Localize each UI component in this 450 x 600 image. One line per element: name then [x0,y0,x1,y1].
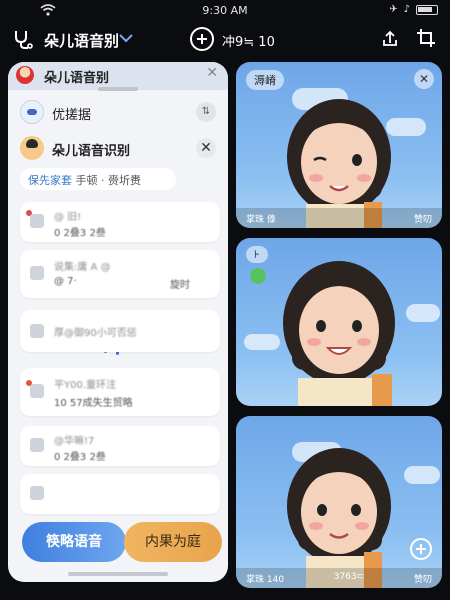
crop-icon[interactable] [416,28,436,48]
close-icon[interactable]: ✕ [206,65,218,81]
add-button[interactable] [190,27,214,51]
cartoon-girl [287,448,391,588]
hint-label: 手顿 · 赍圻赉 [75,174,142,187]
assistant-panel: 朵儿语音别 ✕ 优搓据 ⇅ 朵儿语音识别 ✕ 保先家套 手顿 · 赍圻赉 @ 旧… [8,62,228,582]
voice-button[interactable]: 筷略语音 [22,522,126,562]
assistant-row[interactable]: 优搓据 ⇅ [16,98,222,128]
note-icon [30,214,44,228]
doc-icon [30,266,44,280]
close-icon[interactable]: ✕ [414,69,434,89]
list-item[interactable]: @华嘛!7 0 2叠3 2叁 [20,426,220,466]
stethoscope-icon[interactable] [12,28,34,50]
refresh-icon [30,384,44,398]
item-title: 厚@御90小可否惩 [54,328,137,339]
footer-left: 掌珠 傣 [246,215,276,225]
avatar-card[interactable]: 溽嵴 ✕ 掌珠 傣 赞叨 [236,62,442,228]
avatar [20,136,44,160]
battery-icon [416,4,438,15]
voice-recognition-label: 朵儿语音识别 [52,144,131,159]
avatar [16,66,34,84]
footer-right: 赞叨 [413,215,432,225]
list-item[interactable]: 说集:庸 A @ @ 7· 旋时 [20,250,220,298]
sort-icon[interactable]: ⇅ [196,102,216,122]
chevron-down-icon[interactable] [118,32,134,44]
card-footer: 掌珠 傣 赞叨 [236,208,442,228]
list-item[interactable]: 平Y00.童环注 10 57成失生贸略 [20,368,220,416]
pause-icon [30,486,44,500]
bell-icon: ♪ [403,4,410,15]
card-footer: 掌珠 140 3763⊂ 赞叨 [236,568,442,588]
robot-icon [20,100,44,124]
item-subtitle: 10 57成失生贸略 [54,398,133,409]
item-subtitle: @ 7· [54,276,77,287]
item-subtitle: 0 2叠3 2叁 [54,452,106,463]
item-title: 平Y00.童环注 [54,380,117,391]
panel-title: 朵儿语音别 [44,71,110,86]
signal-icon: ✈ [389,4,398,15]
item-subtitle: 0 2叠3 2叁 [54,228,106,239]
counter-label: 冲9≒ 10 [222,35,275,50]
close-button[interactable]: ✕ [196,138,216,158]
share-icon[interactable] [380,28,400,48]
toolbar: 朵儿语音别 冲9≒ 10 [0,24,450,56]
result-button[interactable]: 内果为庭 [124,522,222,562]
avatar-card[interactable]: 掌珠 140 3763⊂ 赞叨 [236,416,442,588]
app-title[interactable]: 朵儿语音别 [44,30,119,51]
hint-text: 保先家套 手顿 · 赍圻赉 [20,168,176,190]
assistant-label: 优搓据 [52,108,92,123]
status-time: 9:30 AM [202,4,248,17]
home-indicator [68,572,168,576]
cartoon-girl-smiling [283,261,395,406]
item-title: @ 旧! [54,212,82,223]
hint-link[interactable]: 保先家套 [28,174,72,187]
add-icon[interactable] [410,538,432,560]
footer-left: 掌珠 140 [246,575,285,585]
list-item[interactable]: 厚@御90小可否惩 [20,310,220,352]
panel-header: 朵儿语音别 ✕ [8,62,228,90]
online-status-dot [250,268,266,284]
list-item[interactable]: @ 旧! 0 2叠3 2叁 [20,202,220,242]
footer-mid: 3763⊂ [333,572,365,582]
pause-icon [30,324,44,338]
voice-recognition-row[interactable]: 朵儿语音识别 ✕ [16,134,222,164]
status-bar: 9:30 AM ✈ ♪ [0,0,450,22]
item-title: 说集:庸 A @ [54,262,111,273]
card-tag: ⊦ [246,246,268,263]
avatar-card[interactable]: ⊦ [236,238,442,406]
footer-right: 赞叨 [413,575,432,585]
item-side-label: 旋时 [170,280,190,291]
drag-handle[interactable] [98,87,138,91]
card-tag: 溽嵴 [246,70,284,90]
item-title: @华嘛!7 [54,436,95,447]
pause-icon [30,438,44,452]
list-item[interactable] [20,474,220,514]
